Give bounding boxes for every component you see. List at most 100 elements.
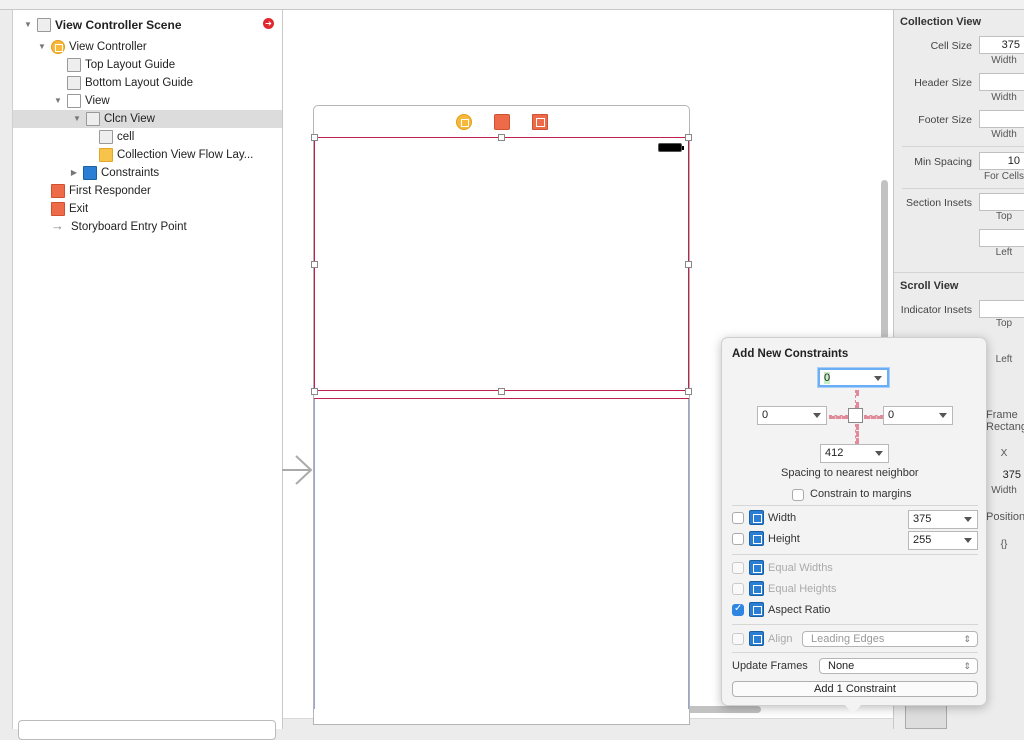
resize-handle[interactable] (685, 134, 692, 141)
width-label: Width (768, 512, 797, 524)
add-constraint-button[interactable]: Add 1 Constraint (732, 681, 978, 697)
right-constraint-strut[interactable] (864, 415, 883, 419)
align-checkbox[interactable] (732, 633, 744, 645)
outline-item-label: Exit (69, 203, 89, 215)
field-sublabel: Width (991, 92, 1017, 103)
filter-input[interactable] (18, 720, 276, 740)
update-frames-popup[interactable]: None ⇕ (819, 658, 978, 674)
bottom-constraint-strut[interactable] (855, 424, 859, 444)
outline-item-cell[interactable]: cell (99, 128, 134, 146)
resize-handle[interactable] (311, 388, 318, 395)
width-value: 375 (913, 513, 932, 525)
dropdown-caret-icon[interactable] (874, 376, 882, 381)
top-spacing-combo[interactable]: 0 (818, 368, 889, 387)
divider (732, 624, 978, 625)
add-constraints-popover: Add New Constraints 0 0 0 412 Spacing to… (721, 337, 987, 706)
view-icon (67, 94, 81, 108)
divider (894, 272, 1024, 273)
disclosure-triangle-icon[interactable]: ▼ (72, 110, 82, 128)
disclosure-triangle-icon[interactable]: ▼ (53, 92, 63, 110)
main-view[interactable] (314, 399, 689, 709)
outline-item-exit[interactable]: Exit (51, 200, 88, 218)
top-constraint-strut[interactable] (855, 390, 859, 408)
width-value-combo[interactable]: 375 (908, 510, 978, 529)
disclosure-triangle-icon[interactable]: ▼ (37, 38, 47, 56)
outline-item-clcn-view[interactable]: ▼ Clcn View (13, 110, 282, 128)
outline-item-flow-layout[interactable]: Collection View Flow Lay... (99, 146, 253, 164)
first-responder-icon[interactable] (493, 114, 510, 130)
dropdown-caret-icon[interactable] (875, 451, 883, 456)
resize-handle[interactable] (311, 134, 318, 141)
section-header: Collection View (900, 16, 982, 28)
field-sublabel: Width (991, 55, 1017, 66)
resize-handle[interactable] (498, 388, 505, 395)
aspect-ratio-checkbox[interactable] (732, 603, 744, 616)
aspect-ratio-icon (749, 602, 764, 617)
outline-item-label: Constraints (101, 167, 160, 179)
constrain-margins-checkbox[interactable] (792, 489, 804, 501)
jump-bar (0, 0, 1024, 10)
right-spacing-combo[interactable]: 0 (883, 406, 953, 425)
field-sublabel: Width (991, 129, 1017, 140)
left-constraint-strut[interactable] (829, 415, 848, 419)
dropdown-caret-icon[interactable] (964, 517, 972, 522)
section-header: Scroll View (900, 280, 959, 292)
resize-handle[interactable] (311, 261, 318, 268)
field-sublabel: Left (995, 247, 1013, 258)
outline-item-top-layout-guide[interactable]: Top Layout Guide (67, 56, 175, 74)
entry-arrow-icon: → (51, 218, 64, 233)
outline-item-label: Storyboard Entry Point (71, 221, 187, 233)
scene-row[interactable]: ▼ View Controller Scene (23, 16, 182, 34)
frame-rectangle-label: Frame Rectangle (986, 409, 1024, 433)
update-frames-value: None (828, 660, 855, 672)
resize-handle[interactable] (685, 388, 692, 395)
resize-handle[interactable] (685, 261, 692, 268)
field-sublabel: For Cells (983, 171, 1024, 182)
collection-view-icon (86, 112, 100, 126)
disclosure-triangle-icon[interactable]: ▼ (23, 16, 33, 34)
flow-layout-icon (99, 148, 113, 162)
field-sublabel: Top (995, 211, 1013, 222)
min-spacing-field[interactable]: 10 (979, 152, 1024, 170)
outline-item-view-controller[interactable]: ▼ View Controller (37, 38, 147, 56)
disclosure-triangle-icon[interactable]: ▶ (69, 164, 79, 182)
equal-widths-checkbox[interactable] (732, 562, 744, 574)
dropdown-caret-icon[interactable] (813, 413, 821, 418)
height-checkbox[interactable] (732, 533, 744, 545)
width-checkbox[interactable] (732, 512, 744, 524)
constraint-center-box (848, 408, 863, 423)
divider (732, 505, 978, 506)
field-label: Footer Size (918, 114, 972, 126)
view-controller-icon[interactable] (455, 114, 472, 130)
bottom-spacing-combo[interactable]: 412 (820, 444, 889, 463)
outline-item-view[interactable]: ▼ View (53, 92, 110, 110)
outline-item-bottom-layout-guide[interactable]: Bottom Layout Guide (67, 74, 193, 92)
error-icon[interactable]: ➔ (263, 18, 274, 29)
cell-size-width-field[interactable]: 375 (979, 36, 1024, 54)
equal-heights-label: Equal Heights (768, 583, 837, 595)
storyboard-entry-arrow-icon[interactable] (282, 452, 314, 488)
dropdown-caret-icon[interactable] (964, 538, 972, 543)
divider (902, 188, 1024, 189)
align-popup[interactable]: Leading Edges ⇕ (802, 631, 978, 647)
outline-item-first-responder[interactable]: First Responder (51, 182, 151, 200)
indicator-insets-top-field[interactable] (979, 300, 1024, 318)
constraints-icon (83, 166, 97, 180)
divider (732, 554, 978, 555)
section-insets-top-field[interactable] (979, 193, 1024, 211)
height-value-combo[interactable]: 255 (908, 531, 978, 550)
left-spacing-combo[interactable]: 0 (757, 406, 827, 425)
section-insets-left-field[interactable] (979, 229, 1024, 247)
collection-view-selected[interactable] (314, 137, 689, 391)
header-size-width-field[interactable] (979, 73, 1024, 91)
exit-icon[interactable] (531, 114, 548, 130)
dropdown-caret-icon[interactable] (939, 413, 947, 418)
cell-icon (99, 130, 113, 144)
footer-size-width-field[interactable] (979, 110, 1024, 128)
equal-heights-checkbox[interactable] (732, 583, 744, 595)
outline-item-entry-point[interactable]: → Storyboard Entry Point (51, 218, 187, 236)
align-icon (749, 631, 764, 646)
right-spacing-value: 0 (888, 409, 895, 421)
outline-item-constraints[interactable]: ▶ Constraints (69, 164, 159, 182)
resize-handle[interactable] (498, 134, 505, 141)
